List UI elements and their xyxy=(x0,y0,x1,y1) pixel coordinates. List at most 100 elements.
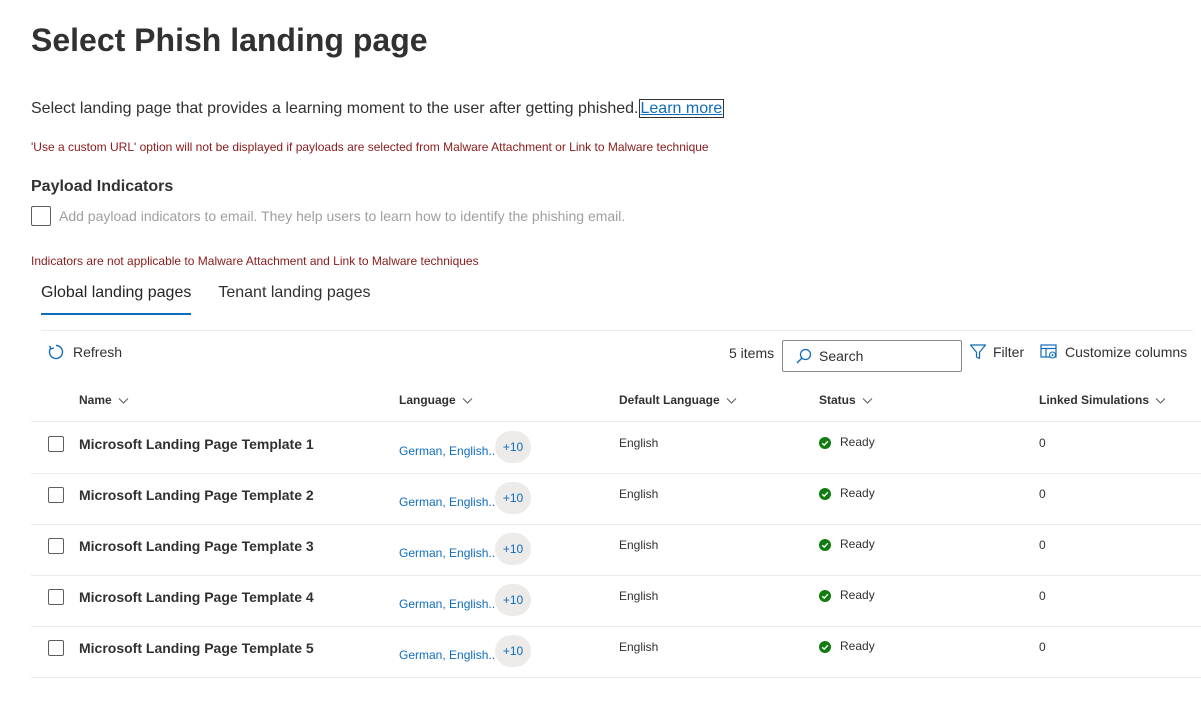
checkmark-circle-icon xyxy=(819,589,831,602)
tab-tenant-landing-pages[interactable]: Tenant landing pages xyxy=(218,280,370,315)
table-row[interactable]: Microsoft Landing Page Template 3 German… xyxy=(31,525,1201,576)
language-more-badge[interactable]: +10 xyxy=(495,584,532,616)
column-header-label: Default Language xyxy=(619,393,720,407)
cell-default-language: English xyxy=(619,589,659,603)
search-icon xyxy=(795,347,813,365)
language-more-badge[interactable]: +10 xyxy=(495,431,532,463)
language-more-badge[interactable]: +10 xyxy=(495,482,532,514)
refresh-icon xyxy=(47,343,65,361)
filter-label: Filter xyxy=(993,344,1025,360)
language-link[interactable]: German, English.. xyxy=(399,495,495,509)
cell-default-language: English xyxy=(619,538,659,552)
cell-name[interactable]: Microsoft Landing Page Template 3 xyxy=(79,538,314,554)
checkmark-circle-icon xyxy=(819,640,831,653)
language-link[interactable]: German, English.. xyxy=(399,444,495,458)
cell-linked-simulations: 0 xyxy=(1039,538,1046,552)
tab-divider xyxy=(41,330,1193,331)
search-box[interactable] xyxy=(782,340,962,372)
status-text: Ready xyxy=(840,639,875,653)
column-header-default-language[interactable]: Default Language xyxy=(619,393,737,407)
cell-language: German, English.. +10 xyxy=(399,635,532,667)
customize-columns-icon xyxy=(1040,343,1058,361)
chevron-down-icon xyxy=(862,395,873,406)
page-title: Select Phish landing page xyxy=(31,22,428,58)
status-text: Ready xyxy=(840,588,875,602)
row-checkbox[interactable] xyxy=(48,436,64,452)
refresh-label: Refresh xyxy=(73,344,123,360)
payload-indicators-heading: Payload Indicators xyxy=(31,178,174,195)
cell-language: German, English.. +10 xyxy=(399,482,532,514)
language-link[interactable]: German, English.. xyxy=(399,597,495,611)
language-link[interactable]: German, English.. xyxy=(399,546,495,560)
column-header-status[interactable]: Status xyxy=(819,393,873,407)
customize-columns-label: Customize columns xyxy=(1065,344,1188,360)
payload-indicators-checkbox[interactable] xyxy=(31,206,51,226)
cell-name[interactable]: Microsoft Landing Page Template 5 xyxy=(79,640,314,656)
cell-default-language: English xyxy=(619,436,659,450)
payload-indicators-option[interactable]: Add payload indicators to email. They he… xyxy=(31,206,625,226)
language-link[interactable]: German, English.. xyxy=(399,648,495,662)
column-header-language[interactable]: Language xyxy=(399,393,473,407)
chevron-down-icon xyxy=(726,395,737,406)
cell-status: Ready xyxy=(819,486,875,500)
cell-linked-simulations: 0 xyxy=(1039,436,1046,450)
column-header-label: Linked Simulations xyxy=(1039,393,1150,407)
indicators-warning: Indicators are not applicable to Malware… xyxy=(31,254,479,268)
row-checkbox[interactable] xyxy=(48,538,64,554)
cell-default-language: English xyxy=(619,640,659,654)
cell-status: Ready xyxy=(819,537,875,551)
item-count: 5 items xyxy=(729,345,775,361)
learn-more-link[interactable]: Learn more xyxy=(638,99,725,118)
table-row[interactable]: Microsoft Landing Page Template 4 German… xyxy=(31,576,1201,627)
table-row[interactable]: Microsoft Landing Page Template 2 German… xyxy=(31,474,1201,525)
refresh-button[interactable]: Refresh xyxy=(47,343,122,361)
chevron-down-icon xyxy=(462,395,473,406)
cell-linked-simulations: 0 xyxy=(1039,640,1046,654)
table-row[interactable]: Microsoft Landing Page Template 1 German… xyxy=(31,423,1201,474)
row-checkbox[interactable] xyxy=(48,589,64,605)
cell-name[interactable]: Microsoft Landing Page Template 2 xyxy=(79,487,314,503)
cell-name[interactable]: Microsoft Landing Page Template 1 xyxy=(79,436,314,452)
search-input[interactable] xyxy=(819,348,959,364)
customize-columns-button[interactable]: Customize columns xyxy=(1040,343,1187,361)
cell-language: German, English.. +10 xyxy=(399,533,532,565)
cell-name[interactable]: Microsoft Landing Page Template 4 xyxy=(79,589,314,605)
cell-linked-simulations: 0 xyxy=(1039,487,1046,501)
cell-status: Ready xyxy=(819,639,875,653)
cell-language: German, English.. +10 xyxy=(399,584,532,616)
column-header-label: Language xyxy=(399,393,456,407)
table-row[interactable]: Microsoft Landing Page Template 5 German… xyxy=(31,627,1201,678)
checkmark-circle-icon xyxy=(819,538,831,551)
command-bar: Refresh 5 items Filter Customize columns xyxy=(31,336,1201,372)
filter-button[interactable]: Filter xyxy=(969,343,1024,361)
custom-url-warning: 'Use a custom URL' option will not be di… xyxy=(31,140,709,154)
chevron-down-icon xyxy=(1155,395,1166,406)
cell-default-language: English xyxy=(619,487,659,501)
landing-page-tabs: Global landing pages Tenant landing page… xyxy=(41,280,397,315)
cell-status: Ready xyxy=(819,588,875,602)
cell-linked-simulations: 0 xyxy=(1039,589,1046,603)
intro-description: Select landing page that provides a lear… xyxy=(31,100,639,117)
language-more-badge[interactable]: +10 xyxy=(495,533,532,565)
column-header-label: Status xyxy=(819,393,856,407)
status-text: Ready xyxy=(840,537,875,551)
column-header-name[interactable]: Name xyxy=(79,393,129,407)
status-text: Ready xyxy=(840,486,875,500)
filter-icon xyxy=(969,343,987,361)
intro-text: Select landing page that provides a lear… xyxy=(31,98,725,120)
table-header: Name Language Default Language Status Li… xyxy=(31,378,1201,422)
landing-pages-table: Microsoft Landing Page Template 1 German… xyxy=(31,423,1201,678)
column-header-linked-simulations[interactable]: Linked Simulations xyxy=(1039,393,1166,407)
checkmark-circle-icon xyxy=(819,487,831,500)
payload-indicators-label: Add payload indicators to email. They he… xyxy=(59,208,626,224)
cell-status: Ready xyxy=(819,435,875,449)
row-checkbox[interactable] xyxy=(48,487,64,503)
cell-language: German, English.. +10 xyxy=(399,431,532,463)
chevron-down-icon xyxy=(118,395,129,406)
tab-global-landing-pages[interactable]: Global landing pages xyxy=(41,280,192,315)
checkmark-circle-icon xyxy=(819,436,831,449)
language-more-badge[interactable]: +10 xyxy=(495,635,532,667)
row-checkbox[interactable] xyxy=(48,640,64,656)
status-text: Ready xyxy=(840,435,875,449)
column-header-label: Name xyxy=(79,393,112,407)
